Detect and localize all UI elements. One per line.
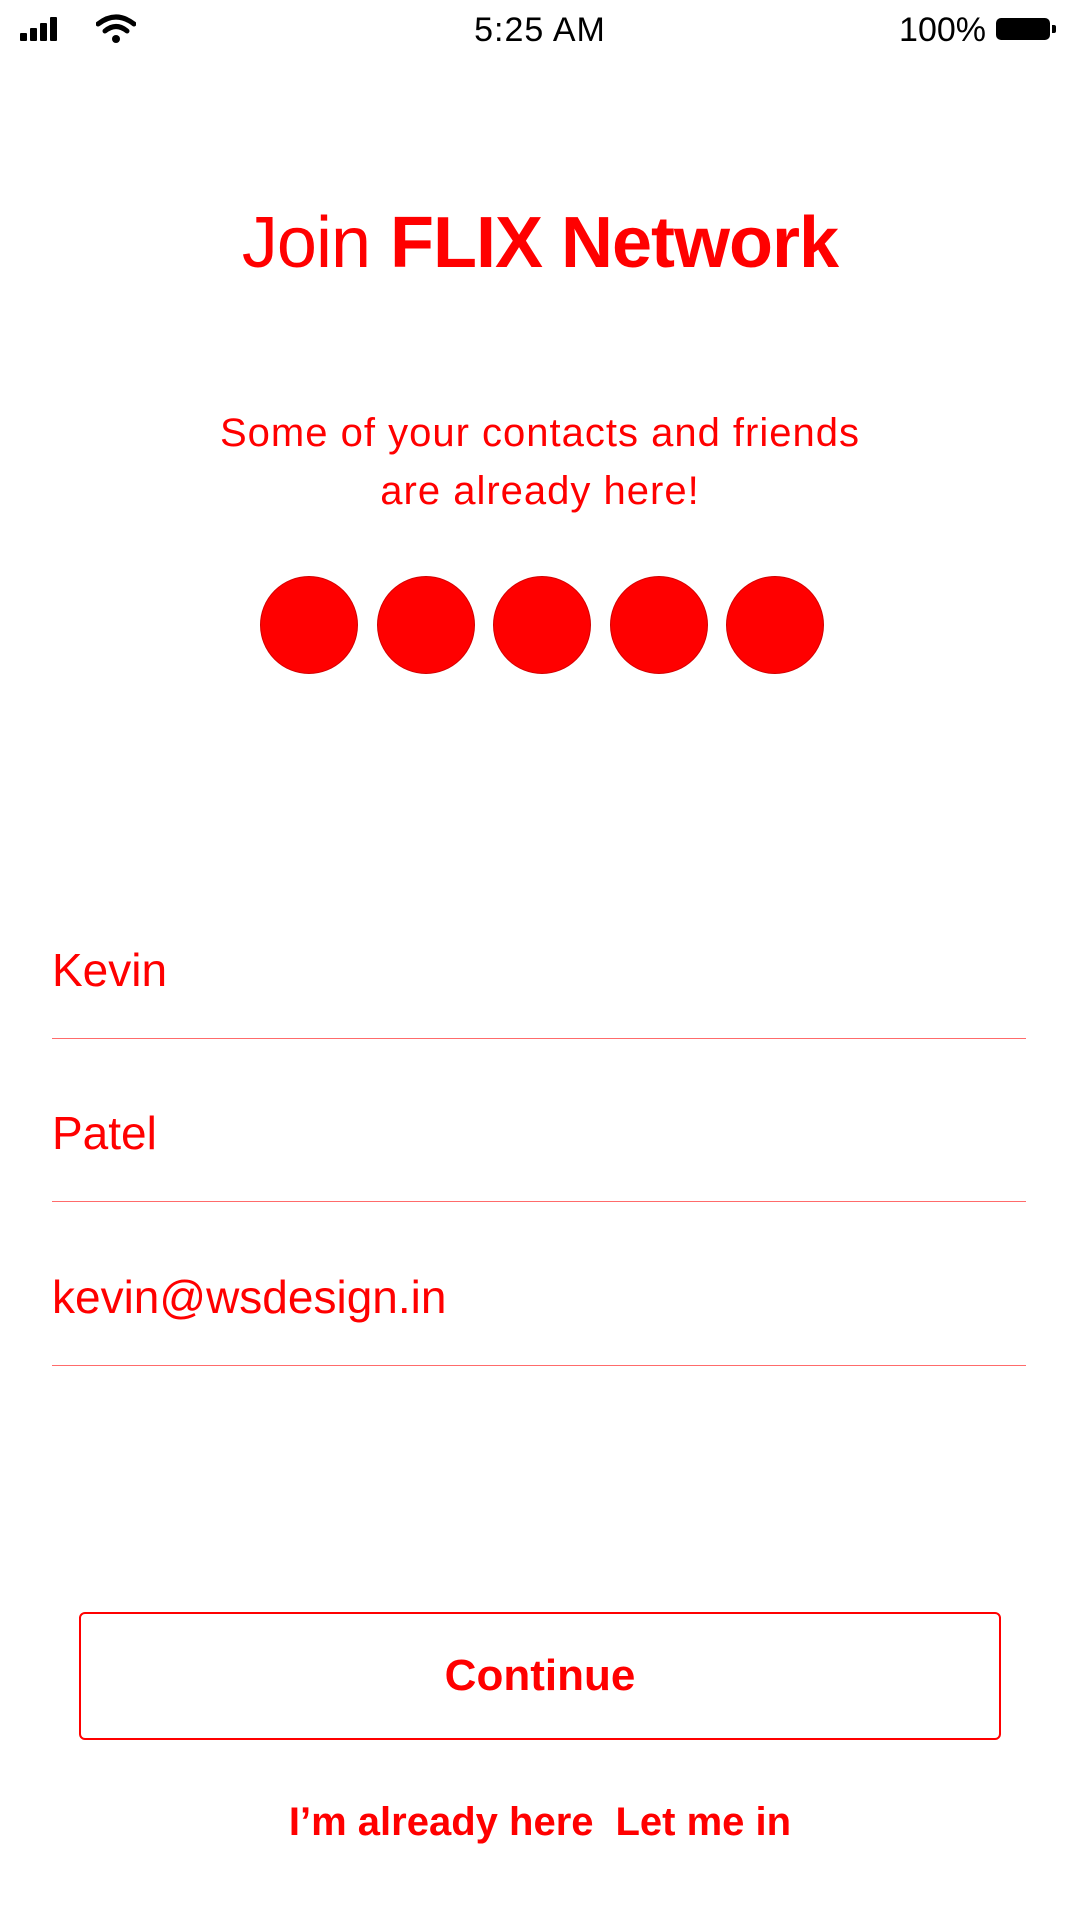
last-name-field[interactable] — [52, 1105, 1026, 1161]
first-name-field-container — [52, 918, 1026, 1039]
continue-button[interactable]: Continue — [79, 1612, 1001, 1740]
subtitle-line-2: are already here! — [380, 469, 700, 513]
contacts-avatars — [260, 576, 824, 676]
footer-links: I’m already here Let me in — [0, 1796, 1080, 1848]
avatar — [260, 576, 358, 674]
avatar — [609, 576, 708, 674]
avatar — [493, 576, 591, 674]
email-field-container — [52, 1245, 1026, 1366]
avatar — [376, 576, 475, 674]
already-here-link[interactable]: I’m already here — [289, 1800, 594, 1844]
subtitle-line-1: Some of your contacts and friends — [220, 411, 860, 455]
subtitle: Some of your contacts and friends are al… — [0, 404, 1080, 520]
title-join: Join — [241, 203, 371, 283]
status-bar: 5:25 AM 100% — [0, 0, 1080, 60]
title-brand: FLIX Network — [390, 203, 839, 283]
page-title: Join FLIX Network — [0, 198, 1080, 288]
battery-percent: 100% — [899, 11, 986, 49]
last-name-field-container — [52, 1081, 1026, 1202]
first-name-field[interactable] — [52, 942, 1026, 998]
avatar — [726, 576, 824, 674]
let-me-in-link[interactable]: Let me in — [616, 1800, 792, 1844]
battery-full-icon — [996, 18, 1056, 40]
email-field[interactable] — [52, 1269, 1026, 1325]
